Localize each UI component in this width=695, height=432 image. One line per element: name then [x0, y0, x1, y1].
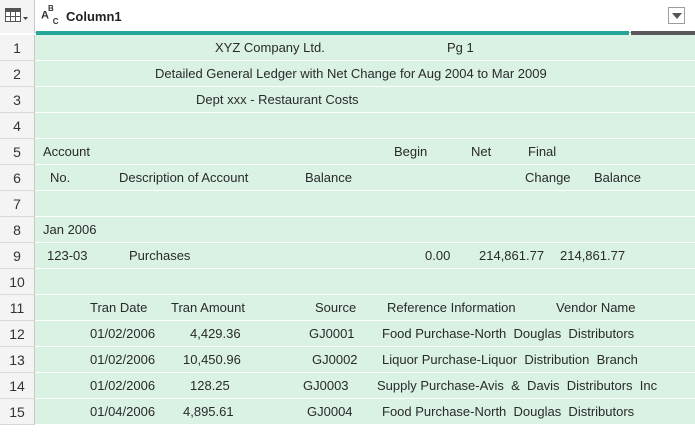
cell-text: GJ0002: [312, 352, 358, 367]
row-number[interactable]: 9: [0, 243, 34, 269]
cell-text: 214,861.77: [479, 248, 545, 263]
table-row[interactable]: Account Begin Net Final: [35, 139, 695, 165]
cell-text: Final: [528, 144, 557, 159]
cell-text: Account: [43, 144, 90, 159]
cell-text: GJ0004: [307, 404, 353, 419]
cell-text: Source: [315, 300, 357, 315]
table-row[interactable]: [35, 191, 695, 217]
cell-text: Vendor Name: [556, 300, 636, 315]
cell-text: Description of Account: [119, 170, 249, 185]
row-number[interactable]: 8: [0, 217, 34, 243]
row-number[interactable]: 2: [0, 61, 34, 87]
table-row[interactable]: 01/04/2006 4,895.61 GJ0004 Food Purchase-No…: [35, 399, 695, 425]
column-filter-dropdown[interactable]: [668, 7, 685, 24]
cell-text: 01/02/2006: [90, 352, 156, 367]
cell-text: No.: [50, 170, 71, 185]
cell-text: 10,450.96: [183, 352, 241, 367]
row-number[interactable]: 6: [0, 165, 34, 191]
cell-text: GJ0003: [303, 378, 349, 393]
table-row[interactable]: [35, 113, 695, 139]
table-icon: [5, 8, 28, 22]
column1-header[interactable]: ABC Column1: [36, 0, 695, 33]
cell-text: Purchases: [129, 248, 191, 263]
cell-text: Balance: [594, 170, 641, 185]
column-title: Column1: [66, 9, 122, 24]
table-row[interactable]: Dept xxx - Restaurant Costs: [35, 87, 695, 113]
row-number[interactable]: 11: [0, 295, 34, 321]
table-row[interactable]: Detailed General Ledger with Net Change …: [35, 61, 695, 87]
cell-text: Food Purchase-North Douglas Distributors: [382, 326, 635, 341]
chevron-down-icon: [672, 13, 682, 19]
cell-text: Change: [525, 170, 571, 185]
abc-text-type-icon[interactable]: ABC: [41, 4, 58, 26]
cell-text: Detailed General Ledger with Net Change …: [155, 66, 547, 81]
row-number[interactable]: 12: [0, 321, 34, 347]
cell-text: 01/02/2006: [90, 378, 156, 393]
cell-text: Net: [471, 144, 492, 159]
cell-text: Tran Date: [90, 300, 148, 315]
table-row[interactable]: 01/02/2006 10,450.96 GJ0002 Liquor Purchase…: [35, 347, 695, 373]
cell-text: 123-03: [47, 248, 88, 263]
row-number-column: 1 2 3 4 5 6 7 8 9 10 11 12 13 14 15: [0, 35, 35, 425]
cell-text: GJ0001: [309, 326, 355, 341]
cell-text: 4,895.61: [183, 404, 234, 419]
cell-text: Liquor Purchase-Liquor Distribution Bran…: [382, 352, 638, 367]
row-number[interactable]: 1: [0, 35, 34, 61]
table-row[interactable]: 01/02/2006 128.25 GJ0003 Supply Purchase-Av…: [35, 373, 695, 399]
data-grid: XYZ Company Ltd. Pg 1 Detailed General Led…: [35, 35, 695, 425]
row-number[interactable]: 10: [0, 269, 34, 295]
row-number[interactable]: 15: [0, 399, 34, 425]
cell-text: Reference Information: [387, 300, 516, 315]
table-row[interactable]: Jan 2006: [35, 217, 695, 243]
cell-text: 214,861.77: [560, 248, 626, 263]
cell-text: Jan 2006: [43, 222, 97, 237]
cell-text: Dept xxx - Restaurant Costs: [196, 92, 359, 107]
cell-text: 0.00: [425, 248, 451, 263]
cell-text: 01/04/2006: [90, 404, 156, 419]
cell-text: 01/02/2006: [90, 326, 156, 341]
row-number[interactable]: 3: [0, 87, 34, 113]
table-row[interactable]: 123-03 Purchases 0.00 214,861.77 214,861.77: [35, 243, 695, 269]
cell-text: Pg 1: [447, 40, 474, 55]
row-number[interactable]: 7: [0, 191, 34, 217]
cell-text: 128.25: [190, 378, 230, 393]
cell-text: Tran Amount: [171, 300, 245, 315]
table-row[interactable]: [35, 269, 695, 295]
column-header-bar: ABC Column1: [0, 0, 695, 33]
table-row[interactable]: No. Description of Account Balance Change Ba…: [35, 165, 695, 191]
table-row[interactable]: Tran Date Tran Amount Source Reference Info…: [35, 295, 695, 321]
table-row[interactable]: XYZ Company Ltd. Pg 1: [35, 35, 695, 61]
row-number[interactable]: 4: [0, 113, 34, 139]
cell-text: Balance: [305, 170, 352, 185]
row-number[interactable]: 13: [0, 347, 34, 373]
cell-text: Supply Purchase-Avis & Davis Distributor…: [377, 378, 658, 393]
table-row[interactable]: 01/02/2006 4,429.36 GJ0001 Food Purchase-No…: [35, 321, 695, 347]
cell-text: Begin: [394, 144, 428, 159]
row-number[interactable]: 5: [0, 139, 34, 165]
row-number[interactable]: 14: [0, 373, 34, 399]
cell-text: 4,429.36: [190, 326, 241, 341]
table-menu-button[interactable]: [0, 0, 35, 33]
cell-text: XYZ Company Ltd.: [215, 40, 325, 55]
cell-text: Food Purchase-North Douglas Distributors: [382, 404, 635, 419]
